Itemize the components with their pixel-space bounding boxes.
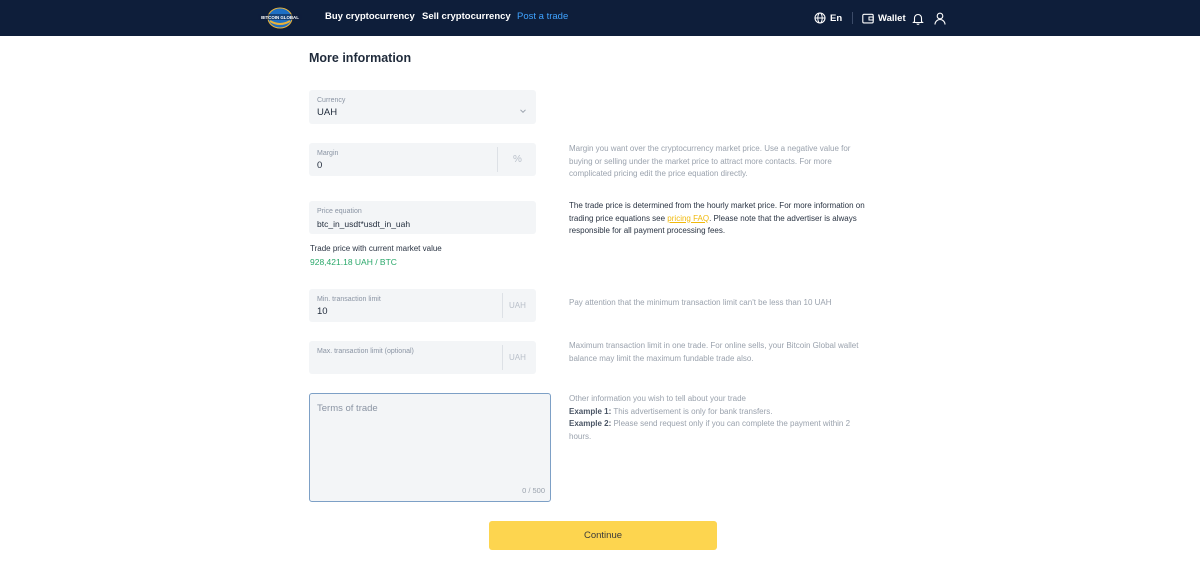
min-limit-unit: UAH (509, 301, 526, 310)
wallet-icon (862, 13, 874, 24)
currency-select[interactable]: Currency UAH (309, 90, 536, 124)
terms-help-text: Other information you wish to tell about… (569, 393, 869, 443)
margin-help-text: Margin you want over the cryptocurrency … (569, 144, 851, 178)
max-limit-label: Max. transaction limit (optional) (317, 348, 414, 355)
nav-sell-cryptocurrency[interactable]: Sell cryptocurrency (422, 11, 511, 22)
nav-buy-cryptocurrency[interactable]: Buy cryptocurrency (325, 11, 415, 22)
margin-unit-divider (497, 147, 498, 172)
globe-icon (814, 12, 826, 24)
language-selector[interactable]: En (814, 10, 842, 26)
terms-help-intro: Other information you wish to tell about… (569, 394, 746, 403)
currency-label: Currency (317, 97, 346, 104)
margin-field[interactable]: Margin 0 % (309, 143, 536, 176)
max-limit-unit: UAH (509, 353, 526, 362)
continue-button[interactable]: Continue (489, 521, 717, 550)
pricing-faq-link[interactable]: pricing FAQ (667, 214, 709, 223)
terms-example-1: Example 1: This advertisement is only fo… (569, 406, 869, 419)
price-equation-field[interactable]: Price equation btc_in_usdt*usdt_in_uah (309, 201, 536, 234)
margin-value: 0 (317, 160, 323, 171)
wallet-button[interactable]: Wallet (862, 10, 906, 26)
page-title: More information (309, 51, 412, 65)
example-2-label: Example 2: (569, 419, 612, 428)
bitcoin-global-logo[interactable]: BITCOIN GLOBAL (258, 7, 302, 29)
trade-price-value: 928,421.18 UAH / BTC (310, 257, 397, 267)
max-limit-unit-divider (502, 345, 503, 370)
price-equation-value: btc_in_usdt*usdt_in_uah (317, 219, 411, 229)
min-limit-help-text: Pay attention that the minimum transacti… (569, 298, 832, 307)
header-divider (852, 12, 853, 24)
min-limit-unit-divider (502, 293, 503, 318)
example-1-text: This advertisement is only for bank tran… (611, 406, 773, 416)
trade-price-label: Trade price with current market value (310, 244, 442, 253)
example-2-text: Please send request only if you can comp… (569, 419, 851, 441)
terms-of-trade-textarea[interactable]: Terms of trade 0 / 500 (309, 393, 551, 502)
nav-post-a-trade[interactable]: Post a trade (517, 11, 568, 22)
min-transaction-limit-field[interactable]: Min. transaction limit 10 UAH (309, 289, 536, 322)
terms-placeholder: Terms of trade (317, 403, 378, 414)
price-equation-label: Price equation (317, 208, 362, 215)
max-limit-help-text: Maximum transaction limit in one trade. … (569, 341, 859, 363)
margin-unit: % (513, 154, 522, 165)
terms-character-counter: 0 / 500 (522, 486, 545, 495)
margin-label: Margin (317, 150, 339, 157)
logo-text: BITCOIN GLOBAL (261, 15, 299, 20)
bell-icon[interactable] (912, 10, 924, 26)
terms-example-2: Example 2: Please send request only if y… (569, 418, 869, 443)
min-limit-label: Min. transaction limit (317, 296, 381, 303)
language-label: En (830, 12, 843, 24)
chevron-down-icon (519, 102, 527, 114)
min-limit-value: 10 (317, 306, 328, 317)
max-transaction-limit-field[interactable]: Max. transaction limit (optional) UAH (309, 341, 536, 374)
user-icon[interactable] (934, 10, 946, 26)
currency-value: UAH (317, 107, 338, 118)
example-1-label: Example 1: (569, 406, 612, 416)
price-equation-help-text: The trade price is determined from the h… (569, 200, 869, 238)
wallet-label: Wallet (878, 12, 906, 24)
top-navigation-bar: BITCOIN GLOBAL Buy cryptocurrency Sell c… (0, 0, 1200, 36)
